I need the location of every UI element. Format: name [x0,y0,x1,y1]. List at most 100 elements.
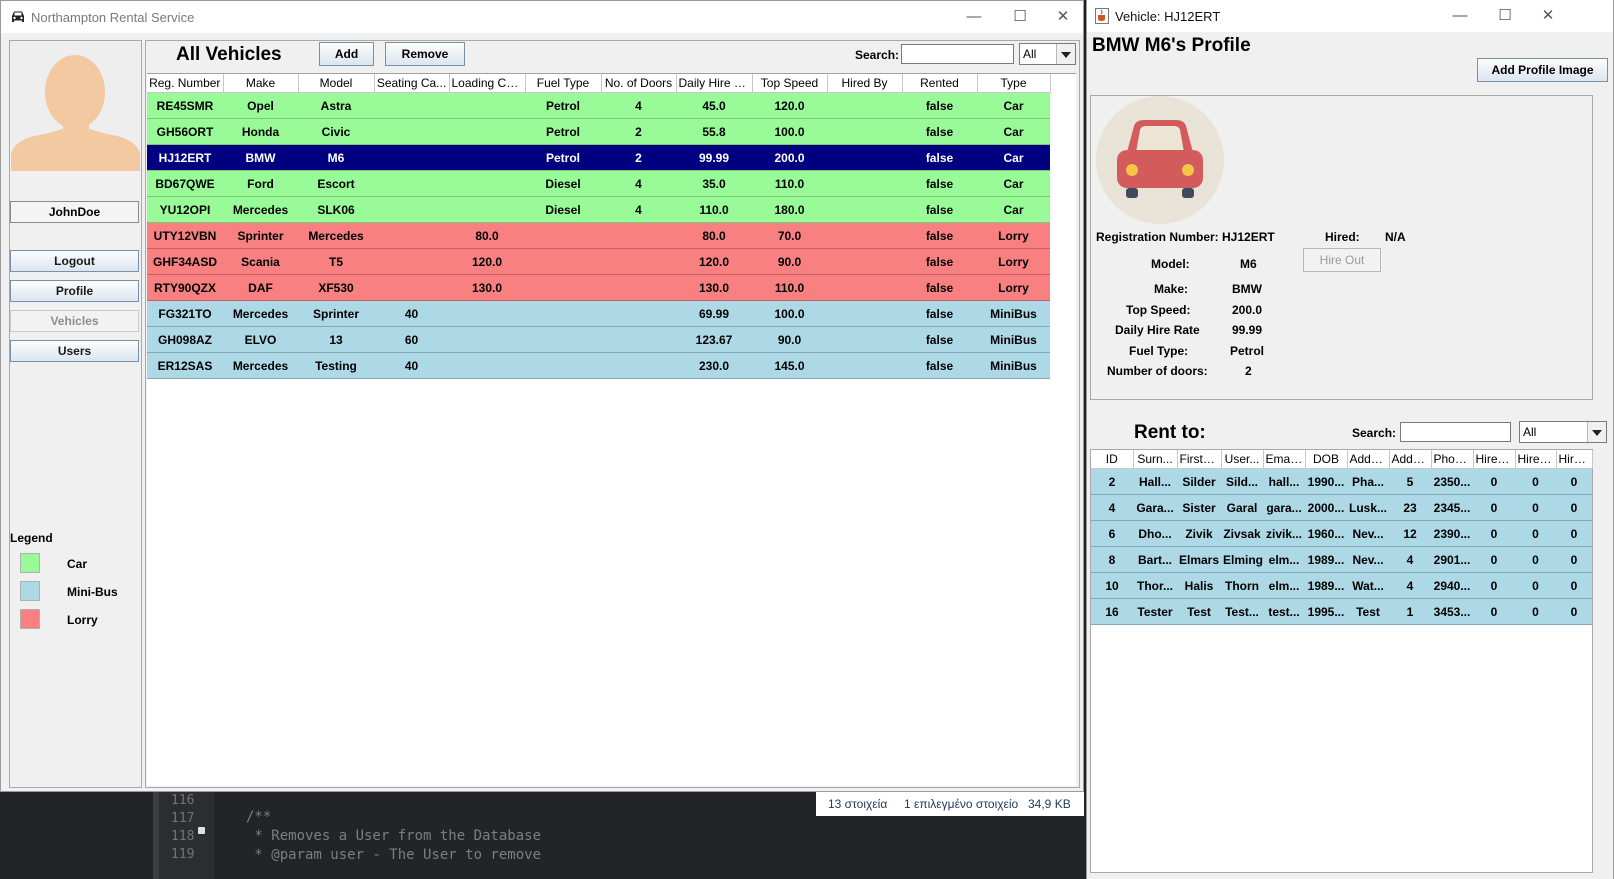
table-row[interactable]: 10 Thor... Halis Thorn elm... 1989... Wat... 4 2… [1091,572,1592,599]
table-cell: XF530 [298,274,374,301]
table-cell: Car [977,196,1050,223]
column-header[interactable]: Model [298,74,375,93]
table-cell: 2901... [1431,546,1473,573]
column-header[interactable]: Hired By [827,74,903,93]
column-header[interactable]: Rented [902,74,978,93]
table-cell [525,300,601,327]
column-header[interactable]: Addre... [1347,450,1390,469]
table-cell: Gara... [1133,494,1177,521]
table-row[interactable]: HJ12ERT BMW M6 Petrol 2 99.99 200.0 false Car [147,144,1050,171]
column-header[interactable]: Phon... [1431,450,1474,469]
table-cell: 110.0 [676,196,752,223]
table-cell [827,248,902,275]
search-input[interactable] [901,44,1014,64]
table-row[interactable]: GHF34ASD Scania T5 120.0 120.0 90.0 false Lorry [147,248,1050,275]
table-cell: 0 [1556,520,1592,547]
table-row[interactable]: GH56ORT Honda Civic Petrol 2 55.8 100.0 false Ca… [147,118,1050,145]
remove-vehicle-button[interactable]: Remove [385,42,465,66]
table-row[interactable]: 4 Gara... Sister Garal gara... 2000... Lusk...… [1091,494,1592,521]
column-header[interactable]: Hired... [1515,450,1557,469]
table-cell [374,92,449,119]
table-cell [449,196,525,223]
table-cell [601,326,676,353]
column-header[interactable]: Firstn... [1177,450,1222,469]
table-cell [525,352,601,379]
table-cell: Sild... [1221,468,1263,495]
table-cell: Honda [223,118,298,145]
column-header[interactable]: Make [223,74,299,93]
chevron-down-icon[interactable] [1587,422,1606,442]
vehicles-table-container[interactable]: Reg. Number Make Model Seating Ca... Loading… [147,73,1076,786]
table-row[interactable]: YU12OPI Mercedes SLK06 Diesel 4 110.0 180.0 fal… [147,196,1050,223]
table-cell: 0 [1515,468,1556,495]
add-vehicle-button[interactable]: Add [319,42,374,66]
table-cell: 0 [1556,598,1592,625]
chevron-down-icon[interactable] [1056,44,1075,64]
maximize-button[interactable]: ☐ [1494,6,1516,26]
table-cell: 2 [601,118,676,145]
table-cell: false [902,274,977,301]
column-header[interactable]: Surn... [1133,450,1178,469]
column-header[interactable]: Seating Ca... [374,74,450,93]
maximize-button[interactable]: ☐ [1009,7,1031,27]
table-cell: false [902,144,977,171]
minimize-button[interactable]: — [963,7,985,27]
column-header[interactable]: Fuel Type [525,74,602,93]
user-search-input[interactable] [1400,422,1511,442]
column-header[interactable]: Email... [1263,450,1306,469]
table-cell: BMW [223,144,298,171]
table-cell: 0 [1556,546,1592,573]
column-header[interactable]: Hired... [1556,450,1593,469]
table-row[interactable]: 6 Dho... Zivik Zivsak zivik... 1960... Nev... 1… [1091,520,1592,547]
table-row[interactable]: 8 Bart... Elmars Elming elm... 1989... Nev... 4… [1091,546,1592,573]
close-button[interactable]: ✕ [1537,6,1559,26]
table-row[interactable]: FG321TO Mercedes Sprinter 40 69.99 100.0 false… [147,300,1050,327]
column-header[interactable]: Type [977,74,1051,93]
add-profile-image-button[interactable]: Add Profile Image [1477,58,1608,82]
table-cell: MiniBus [977,352,1050,379]
column-header[interactable]: Addre... [1389,450,1432,469]
table-cell: BD67QWE [147,170,223,197]
table-row[interactable]: ER12SAS Mercedes Testing 40 230.0 145.0 false M… [147,352,1050,379]
user-filter-select[interactable]: All [1519,421,1607,443]
column-header[interactable]: Top Speed [752,74,828,93]
table-row[interactable]: 2 Hall... Silder Sild... hall... 1990... Pha..… [1091,468,1592,495]
column-header[interactable]: Loading Ca... [449,74,526,93]
table-header-row: ID Surn... Firstn... User... Email... DOB Addr… [1091,450,1593,469]
legend-label: Car [67,557,88,571]
table-row[interactable]: 16 Tester Test Test... test... 1995... Test 1 34… [1091,598,1592,625]
column-header[interactable]: User... [1221,450,1264,469]
column-header[interactable]: ID [1091,450,1134,469]
minimize-button[interactable]: — [1449,6,1471,26]
column-header[interactable]: Reg. Number [147,74,224,93]
table-row[interactable]: BD67QWE Ford Escort Diesel 4 35.0 110.0 false Ca… [147,170,1050,197]
vehicles-button[interactable]: Vehicles [10,310,139,332]
column-header[interactable]: DOB [1305,450,1348,469]
table-row[interactable]: GH098AZ ELVO 13 60 123.67 90.0 false MiniBus [147,326,1050,353]
profile-button[interactable]: Profile [10,280,139,302]
table-row[interactable]: RE45SMR Opel Astra Petrol 4 45.0 120.0 false Car [147,92,1050,119]
close-button[interactable]: ✕ [1052,7,1074,27]
table-cell: 0 [1473,520,1515,547]
column-header[interactable]: Hired... [1473,450,1516,469]
search-label: Search: [1352,426,1397,440]
profile-titlebar[interactable]: Vehicle: HJ12ERT — ☐ ✕ [1087,0,1613,32]
type-filter-select[interactable]: All [1019,43,1076,65]
users-button[interactable]: Users [10,340,139,362]
table-cell: 0 [1473,546,1515,573]
main-titlebar[interactable]: Northampton Rental Service — ☐ ✕ [1,1,1083,33]
table-row[interactable]: UTY12VBN Sprinter Mercedes 80.0 80.0 70.0 fals… [147,222,1050,249]
users-table-container[interactable]: ID Surn... Firstn... User... Email... DOB Addr… [1090,449,1593,873]
table-cell: 120.0 [676,248,752,275]
hire-out-button[interactable]: Hire Out [1303,248,1381,272]
logout-button[interactable]: Logout [10,250,139,272]
line-number: 118 [171,829,195,844]
daily-hire-rate-label: Daily Hire Rate [1115,323,1200,337]
table-cell [827,326,902,353]
table-cell: 145.0 [752,352,827,379]
table-cell: 4 [601,170,676,197]
table-cell: 40 [374,300,449,327]
column-header[interactable]: No. of Doors [601,74,677,93]
column-header[interactable]: Daily Hire R... [676,74,753,93]
table-row[interactable]: RTY90QZX DAF XF530 130.0 130.0 110.0 false Lorr… [147,274,1050,301]
